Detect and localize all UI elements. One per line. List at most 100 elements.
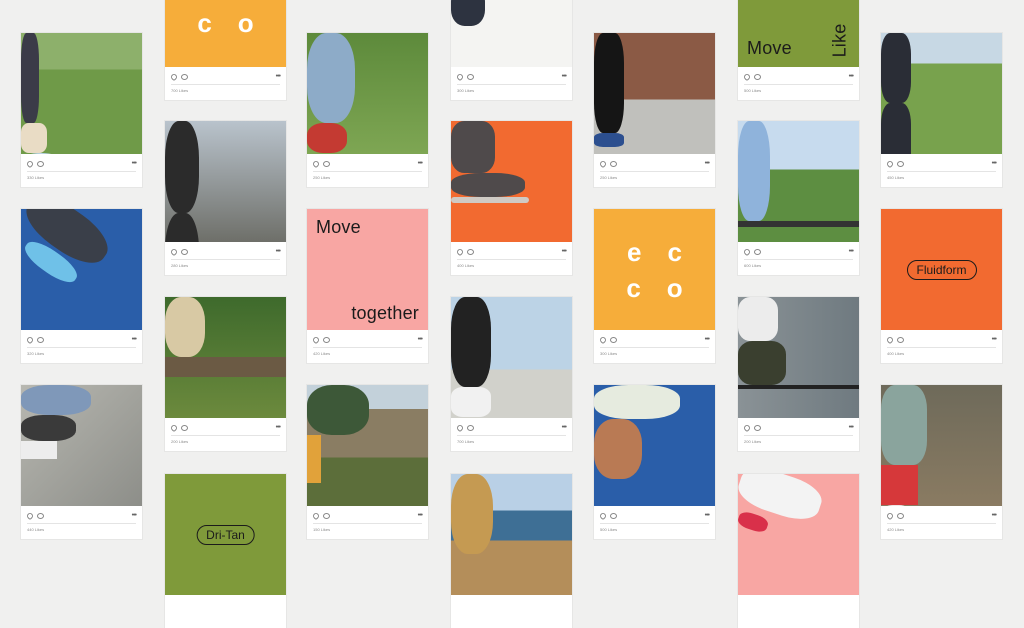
heart-icon[interactable]: [598, 159, 608, 169]
more-icon[interactable]: •••: [418, 512, 423, 519]
heart-icon[interactable]: [598, 335, 608, 345]
post-image: [594, 33, 715, 154]
tile-text-move: Move: [747, 38, 792, 58]
post-brand-move-together[interactable]: Move together ••• 420 Likes: [307, 209, 428, 363]
more-icon[interactable]: •••: [992, 336, 997, 343]
post-blue-sole[interactable]: ••• 320 Likes: [21, 209, 142, 363]
post-brand-move-like[interactable]: Move Like ••• 500 Likes: [738, 0, 859, 100]
comment-icon[interactable]: [467, 74, 474, 80]
heart-icon[interactable]: [742, 72, 752, 82]
heart-icon[interactable]: [885, 159, 895, 169]
post-sneakers-top[interactable]: ••• 300 Likes: [451, 0, 572, 100]
heart-icon[interactable]: [25, 511, 35, 521]
like-count: 400 Likes: [457, 263, 475, 268]
more-icon[interactable]: •••: [418, 160, 423, 167]
comment-icon[interactable]: [323, 337, 330, 343]
post-image: Move Like: [738, 0, 859, 67]
more-icon[interactable]: •••: [132, 336, 137, 343]
heart-icon[interactable]: [455, 423, 465, 433]
more-icon[interactable]: •••: [992, 512, 997, 519]
more-icon[interactable]: •••: [276, 73, 281, 80]
post-actions: ••• 700 Likes: [451, 418, 572, 451]
post-child-grass[interactable]: ••• 250 Likes: [307, 33, 428, 187]
post-actions: ••• 200 Likes: [738, 418, 859, 451]
more-icon[interactable]: •••: [705, 512, 710, 519]
post-sitting-feet[interactable]: ••• 440 Likes: [21, 385, 142, 539]
comment-icon[interactable]: [181, 425, 188, 431]
post-beach[interactable]: [451, 474, 572, 628]
more-icon[interactable]: •••: [705, 336, 710, 343]
more-icon[interactable]: •••: [562, 73, 567, 80]
comment-icon[interactable]: [754, 425, 761, 431]
post-golf-shoes[interactable]: ••• 450 Likes: [881, 33, 1002, 187]
comment-icon[interactable]: [897, 513, 904, 519]
post-actions: ••• 500 Likes: [594, 506, 715, 539]
more-icon[interactable]: •••: [562, 248, 567, 255]
more-icon[interactable]: •••: [849, 248, 854, 255]
post-actions: ••• 330 Likes: [21, 154, 142, 187]
heart-icon[interactable]: [742, 423, 752, 433]
more-icon[interactable]: •••: [849, 424, 854, 431]
post-golfer[interactable]: ••• 330 Likes: [21, 33, 142, 187]
more-icon[interactable]: •••: [276, 248, 281, 255]
heart-icon[interactable]: [885, 335, 895, 345]
heart-icon[interactable]: [742, 247, 752, 257]
post-balcony[interactable]: ••• 200 Likes: [738, 297, 859, 451]
comment-icon[interactable]: [323, 513, 330, 519]
like-count: 700 Likes: [171, 88, 189, 93]
more-icon[interactable]: •••: [276, 424, 281, 431]
more-icon[interactable]: •••: [849, 73, 854, 80]
heart-icon[interactable]: [169, 72, 179, 82]
comment-icon[interactable]: [610, 337, 617, 343]
heart-icon[interactable]: [598, 511, 608, 521]
heart-icon[interactable]: [25, 335, 35, 345]
post-image: [21, 33, 142, 154]
post-actions: ••• 200 Likes: [165, 418, 286, 451]
more-icon[interactable]: •••: [562, 424, 567, 431]
comment-icon[interactable]: [610, 161, 617, 167]
post-canyon-feet[interactable]: ••• 150 Likes: [307, 385, 428, 539]
post-woman-wall[interactable]: ••• 700 Likes: [451, 297, 572, 451]
post-pink-sneaker[interactable]: [738, 474, 859, 628]
comment-icon[interactable]: [897, 337, 904, 343]
logo-letter: c: [197, 8, 212, 38]
post-orange-boot[interactable]: ••• 400 Likes: [451, 121, 572, 275]
post-brand-dritan[interactable]: Dri-Tan: [165, 474, 286, 628]
post-sandals[interactable]: ••• 280 Likes: [165, 121, 286, 275]
comment-icon[interactable]: [754, 249, 761, 255]
heart-icon[interactable]: [311, 335, 321, 345]
heart-icon[interactable]: [455, 247, 465, 257]
comment-icon[interactable]: [37, 513, 44, 519]
more-icon[interactable]: •••: [132, 160, 137, 167]
post-brand-fluidform[interactable]: Fluidform ••• 400 Likes: [881, 209, 1002, 363]
post-cafe-sneakers[interactable]: ••• 420 Likes: [881, 385, 1002, 539]
comment-icon[interactable]: [181, 249, 188, 255]
comment-icon[interactable]: [897, 161, 904, 167]
comment-icon[interactable]: [181, 74, 188, 80]
comment-icon[interactable]: [467, 425, 474, 431]
more-icon[interactable]: •••: [705, 160, 710, 167]
heart-icon[interactable]: [311, 511, 321, 521]
comment-icon[interactable]: [754, 74, 761, 80]
heart-icon[interactable]: [169, 247, 179, 257]
comment-icon[interactable]: [37, 337, 44, 343]
heart-icon[interactable]: [311, 159, 321, 169]
comment-icon[interactable]: [323, 161, 330, 167]
comment-icon[interactable]: [37, 161, 44, 167]
post-brand-logo[interactable]: e c c o ••• 300 Likes: [594, 209, 715, 363]
heart-icon[interactable]: [455, 72, 465, 82]
post-brand-logo-partial[interactable]: c o ••• 700 Likes: [165, 0, 286, 100]
more-icon[interactable]: •••: [992, 160, 997, 167]
heart-icon[interactable]: [169, 423, 179, 433]
post-tree-climber[interactable]: ••• 200 Likes: [165, 297, 286, 451]
post-blue-dress[interactable]: ••• 600 Likes: [738, 121, 859, 275]
post-street[interactable]: ••• 250 Likes: [594, 33, 715, 187]
more-icon[interactable]: •••: [418, 336, 423, 343]
fluidform-pill: Fluidform: [906, 259, 977, 280]
heart-icon[interactable]: [25, 159, 35, 169]
heart-icon[interactable]: [885, 511, 895, 521]
comment-icon[interactable]: [610, 513, 617, 519]
comment-icon[interactable]: [467, 249, 474, 255]
more-icon[interactable]: •••: [132, 512, 137, 519]
post-hand-sneaker[interactable]: ••• 500 Likes: [594, 385, 715, 539]
